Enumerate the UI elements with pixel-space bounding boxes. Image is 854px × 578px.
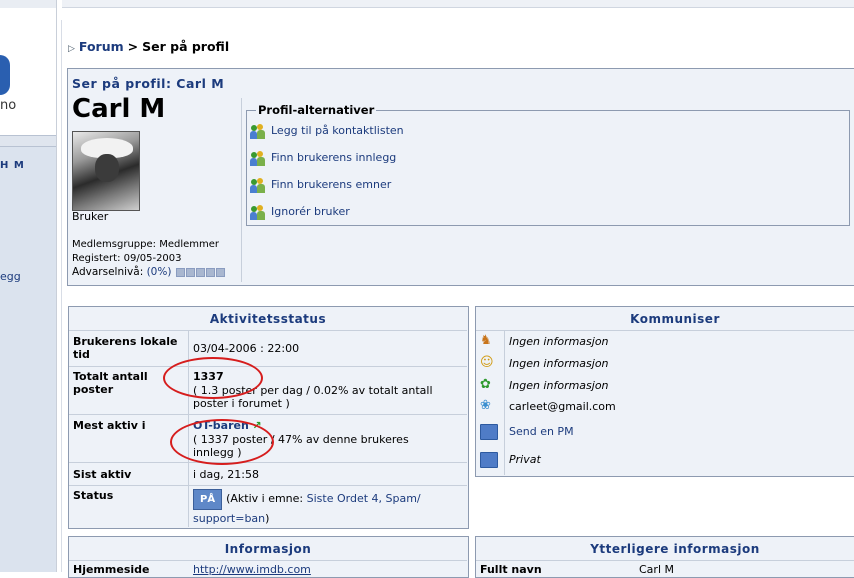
sidebar-item-link[interactable]: egg [0,270,21,283]
online-status-badge: PÅ [193,489,223,510]
most-active-label: Mest aktiv i [73,419,146,432]
people-icon [250,204,266,220]
people-icon [250,177,266,193]
last-active-label: Sist aktiv [73,468,132,481]
avatar [72,131,140,211]
icq-value: Ingen informasjon [509,379,609,392]
profile-name: Carl M [72,94,166,124]
local-time-value: 03/04-2006 : 22:00 [193,342,300,355]
sidebar-item-user[interactable]: H M [0,160,25,171]
profile-options-legend: Profil-alternativer [256,103,377,117]
logo-text: no [0,98,17,113]
option-find-topics[interactable]: Finn brukerens emner [250,177,391,193]
pm-envelope-icon[interactable] [480,424,498,440]
yahoo-icon: ☺ [480,355,494,370]
site-logo-icon[interactable] [0,55,10,95]
homepage-label: Hjemmeside [73,563,150,576]
avatar-face [95,154,119,182]
option-label[interactable]: Finn brukerens emner [271,178,391,191]
last-active-value: i dag, 21:58 [193,468,259,481]
email-value: Privat [509,453,541,466]
divider [476,560,854,561]
registered-date: Registert: 09/05-2003 [72,253,182,264]
msn-value: carleet@gmail.com [509,400,616,413]
left-sidebar: no H M egg [0,0,57,572]
msn-icon: ❀ [480,398,491,413]
breadcrumb-separator: > [127,39,139,54]
sidebar-separator [0,135,56,147]
annotation-ellipse [163,357,263,399]
activity-title: Aktivitetsstatus [209,312,327,326]
local-time-label: Brukerens lokale tid [73,335,178,361]
divider [476,330,854,331]
divider [69,414,467,415]
information-title: Informasjon [224,542,312,556]
fullname-label: Fullt navn [480,563,542,576]
aim-icon: ♞ [480,333,492,348]
option-label[interactable]: Legg til på kontaktlisten [271,124,404,137]
status-prefix: (Aktiv i emne: [226,492,304,505]
annotation-ellipse [170,419,274,465]
fullname-value: Carl M [639,563,674,576]
top-bar [62,0,854,8]
user-rank: Bruker [72,210,109,223]
warning-level-label: Advarselnivå: [72,266,144,278]
warning-level-bar [175,266,225,278]
breadcrumb-current: Ser på profil [142,39,230,54]
homepage-link[interactable]: http://www.imdb.com [193,563,311,576]
send-pm-link[interactable]: Send en PM [509,425,574,438]
profile-header: Ser på profil: Carl M [72,76,225,91]
breadcrumb: ▷ Forum > Ser på profil [68,39,229,54]
column-divider [504,330,505,475]
member-group: Medlemsgruppe: Medlemmer [72,239,220,250]
warning-level-value[interactable]: (0%) [147,266,172,278]
divider [69,485,467,486]
warning-level: Advarselnivå: (0%) [72,266,225,278]
extra-info-title: Ytterligere informasjon [590,542,760,556]
status-label: Status [73,489,114,502]
divider [69,462,467,463]
status-suffix: ) [265,512,270,525]
breadcrumb-arrow-icon: ▷ [68,44,75,54]
sidebar-top-strip [0,0,56,8]
people-icon [250,150,266,166]
divider [69,330,467,331]
breadcrumb-forum-link[interactable]: Forum [79,39,124,54]
aim-value: Ingen informasjon [509,335,609,348]
divider [69,366,467,367]
option-label[interactable]: Finn brukerens innlegg [271,151,396,164]
divider [69,560,467,561]
status-value: PÅ (Aktiv i emne: Siste Ordet 4, Spam/ su… [193,489,458,527]
option-find-posts[interactable]: Finn brukerens innlegg [250,150,396,166]
content-left-border [61,20,62,572]
people-icon [250,123,266,139]
yahoo-value: Ingen informasjon [509,357,609,370]
option-ignore-user[interactable]: Ignorér bruker [250,204,350,220]
sidebar-panel [0,147,56,572]
option-add-contact[interactable]: Legg til på kontaktlisten [250,123,404,139]
icq-icon: ✿ [480,377,491,392]
communicate-title: Kommuniser [630,312,720,326]
option-label[interactable]: Ignorér bruker [271,205,350,218]
email-envelope-icon [480,452,498,468]
